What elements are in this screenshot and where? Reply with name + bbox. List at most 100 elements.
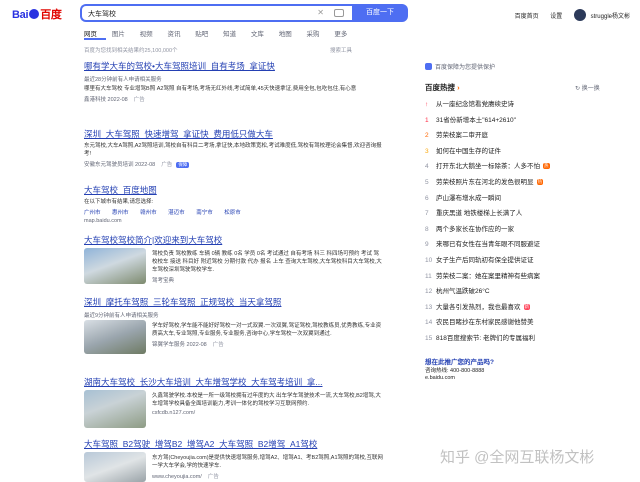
top-pin-icon: ↑ (425, 101, 429, 108)
home-link[interactable]: 百度首页 (515, 14, 539, 20)
hot-text: 劳荣枝二案：她在案里精神有些病案 (436, 272, 540, 280)
hot-search-item[interactable]: 12 杭州气温跌破26°C (425, 285, 625, 295)
result-title[interactable]: 深圳_摩托车驾照_三轮车驾照_正规驾校_当天拿驾照 (84, 296, 384, 308)
hot-search-item[interactable]: 13 大量各引发热烈，我也最喜欢新 (425, 301, 625, 311)
hot-text: 818百度搜索节: 老牌们的专属福利 (436, 335, 535, 342)
tab-web[interactable]: 网页 (84, 31, 97, 38)
tab-more[interactable]: 更多 (334, 31, 347, 38)
hot-text: 重庆黑道 地铁楼梯上长满了人 (436, 210, 523, 218)
result-subline: 最近28分钟前有人申请相关服务 (84, 77, 162, 83)
refresh-icon: ↻ (575, 86, 582, 92)
shield-icon (425, 63, 432, 70)
tab-tieba[interactable]: 贴吧 (195, 31, 208, 38)
hot-rank: 6 (425, 194, 429, 202)
hot-search-item[interactable]: 1 31省份新增本土"614+2610" (425, 114, 625, 124)
result-source[interactable]: csfcdb.n127.com/ (152, 410, 384, 416)
result-item: 湖南大车驾校_长沙大车培训_大车增驾学校_大车驾考培训_拿... (84, 376, 384, 388)
hot-rank: 12 (425, 288, 433, 296)
tab-zhidao[interactable]: 知道 (223, 31, 236, 38)
result-title[interactable]: 湖南大车驾校_长沙大车培训_大车增驾学校_大车驾考培训_拿... (84, 376, 384, 388)
result-abstract: 东方驾(Cheyoujia.com)是提供快速增驾服务,增驾A2、增驾A1、考B… (152, 455, 384, 469)
result-source[interactable]: map.baidu.com (84, 218, 384, 224)
search-input[interactable]: 大车驾校 ✕ (80, 4, 352, 22)
result-title[interactable]: 哪有学大车的驾校•大车驾照培训_自有考场_拿证快 (84, 60, 384, 72)
result-item: 大车驾校驾校简介|欢迎来到大车驾校 (84, 234, 384, 246)
result-image[interactable] (84, 452, 146, 482)
hot-rank: 9 (425, 241, 429, 249)
tab-purchase[interactable]: 采购 (307, 31, 320, 38)
hot-rank: 15 (425, 335, 433, 342)
result-abstract: 久鑫驾驶学校.本校是一所一级驾校拥有过年度的大 出车学车驾驶技术一流,大车驾校,… (152, 393, 381, 407)
clear-icon[interactable]: ✕ (317, 8, 324, 17)
hot-search-item[interactable]: 15 818百度搜索节: 老牌们的专属福利 (425, 332, 625, 342)
baidu-logo[interactable]: Bai 百度 (12, 6, 62, 22)
hot-rank: 10 (425, 257, 433, 264)
refresh-button[interactable]: ↻ 换一换 (575, 83, 600, 92)
result-subline: 最近9分钟前有人申请相关服务 (84, 313, 159, 319)
hot-search-title[interactable]: 百度热搜 › (425, 82, 460, 93)
result-body: 东方驾(Cheyoujia.com)是提供快速增驾服务,增驾A2、增驾A1、考B… (152, 452, 384, 480)
search-button[interactable]: 百度一下 (352, 4, 408, 22)
result-item: 大车驾校_百度地图 在以下城市有结果,请您选择: 广州市 惠州市 赣州市 湛迈市… (84, 184, 384, 224)
camera-icon[interactable] (334, 9, 344, 17)
city-link[interactable]: 湛迈市 (168, 210, 185, 216)
hot-search-item[interactable]: 2 劳荣枝案二审开庭 (425, 129, 625, 139)
hot-search-item[interactable]: 10 女子生产后同轨初有保全提供证证 (425, 254, 625, 264)
search-tabs: 网页 图片 视频 资讯 贴吧 知道 文库 地图 采购 更多 (84, 28, 360, 38)
result-count: 百度为您找到相关结果约25,100,000个 (84, 48, 178, 54)
avatar[interactable] (573, 9, 586, 21)
city-link[interactable]: 南宁市 (196, 210, 213, 216)
result-title[interactable]: 大车驾校驾校简介|欢迎来到大车驾校 (84, 234, 384, 246)
result-body: 驾校负责 驾校教练 车辆 0辆 教练 0名 学员 0名 考试通过 自有考场 科三… (152, 248, 384, 284)
active-tab-indicator (84, 38, 106, 40)
result-image[interactable] (84, 390, 146, 428)
result-source: 鑫港科技 2022-08 广告 (84, 97, 145, 103)
tab-map[interactable]: 地图 (279, 31, 292, 38)
settings-link[interactable]: 设置 (550, 14, 562, 20)
tab-video[interactable]: 视频 (140, 31, 153, 38)
ad-contact: 咨询热线: 400-800-8888 e.baidu.com (425, 368, 485, 381)
city-link[interactable]: 松原市 (224, 210, 241, 216)
hot-search-item[interactable]: 4 打开东北大鹅坐一标除茶：人多不怕热 (425, 160, 625, 170)
result-body: 久鑫驾驶学校.本校是一所一级驾校拥有过年度的大 出车学车驾驶技术一流,大车驾校,… (152, 390, 384, 416)
hot-search-item[interactable]: 3 如何在中国生存的证件 (425, 145, 625, 155)
tab-wenku[interactable]: 文库 (251, 31, 264, 38)
paw-icon (29, 9, 40, 19)
city-link[interactable]: 惠州市 (112, 210, 129, 216)
result-title[interactable]: 深圳_大车驾照_快速增驾_拿证快_费用低只做大车 (84, 128, 384, 140)
result-body: 学车好驾校,学车能不能好好驾校一对一式双翼.一次双翼,驾证驾校,驾校教练员,优秀… (152, 320, 384, 348)
result-image[interactable] (84, 248, 146, 284)
guarantee-badge: 保障 (176, 162, 190, 168)
result-abstract: 哪里有大车驾校 专业增驾B照 A2驾照 自有考场,考场无红外线,考试简单,45天… (84, 86, 357, 92)
search-query[interactable]: 大车驾校 (88, 9, 116, 19)
hot-tag: 热 (536, 179, 543, 185)
hot-search-item[interactable]: ↑ 从一座纪念馆看党赓续史诗 (425, 98, 625, 108)
hot-search-item[interactable]: 14 农民目睹抄在东村家民感谢他赞美 (425, 316, 625, 326)
search-tools[interactable]: 搜索工具 (330, 46, 352, 54)
result-image[interactable] (84, 320, 146, 354)
hot-search-item[interactable]: 11 劳荣枝二案：她在案里精神有些病案 (425, 270, 625, 280)
result-source: 安徽东元驾驶员培训 2022-08 广告 保障 (84, 162, 190, 168)
ad-question[interactable]: 想在此推广您的产品吗? (425, 356, 494, 366)
watermark: 知乎 @全网互联杨文彬 (440, 449, 595, 466)
tab-images[interactable]: 图片 (112, 31, 125, 38)
hot-search-item[interactable]: 8 两个多家长在协作应的一家 (425, 223, 625, 233)
city-link[interactable]: 赣州市 (140, 210, 157, 216)
top-links: 百度首页 设置 struggle杨文彬 (505, 9, 630, 21)
result-title[interactable]: 大车驾照_B2驾驶_增驾B2_增驾A2_大车驾照_B2增驾_A1驾校 (84, 438, 384, 450)
city-list: 广州市 惠州市 赣州市 湛迈市 南宁市 松原市 (84, 208, 384, 216)
hot-search-item[interactable]: 6 庐山瀑布增水成一瞬间 (425, 192, 625, 202)
hot-text: 劳荣枝案二审开庭 (436, 132, 488, 140)
city-link[interactable]: 广州市 (84, 210, 101, 216)
hot-rank: 4 (425, 163, 429, 171)
hot-search-item[interactable]: 5 劳荣枝照片东在河北的发色很明显热 (425, 176, 625, 186)
hot-search-item[interactable]: 7 重庆黑道 地铁楼梯上长满了人 (425, 207, 625, 217)
result-title[interactable]: 大车驾校_百度地图 (84, 184, 384, 196)
result-source: 锦翼学车服务 2022-08 广告 (152, 342, 224, 348)
result-source[interactable]: 驾考宝典 (152, 276, 384, 284)
hot-text: 如何在中国生存的证件 (436, 147, 501, 155)
hot-text: 庐山瀑布增水成一瞬间 (436, 194, 501, 202)
hot-search-item[interactable]: 9 来哪已有女性在当青年眼不同服避证 (425, 238, 625, 248)
tab-news[interactable]: 资讯 (167, 31, 180, 38)
username[interactable]: struggle杨文彬 (591, 14, 630, 20)
